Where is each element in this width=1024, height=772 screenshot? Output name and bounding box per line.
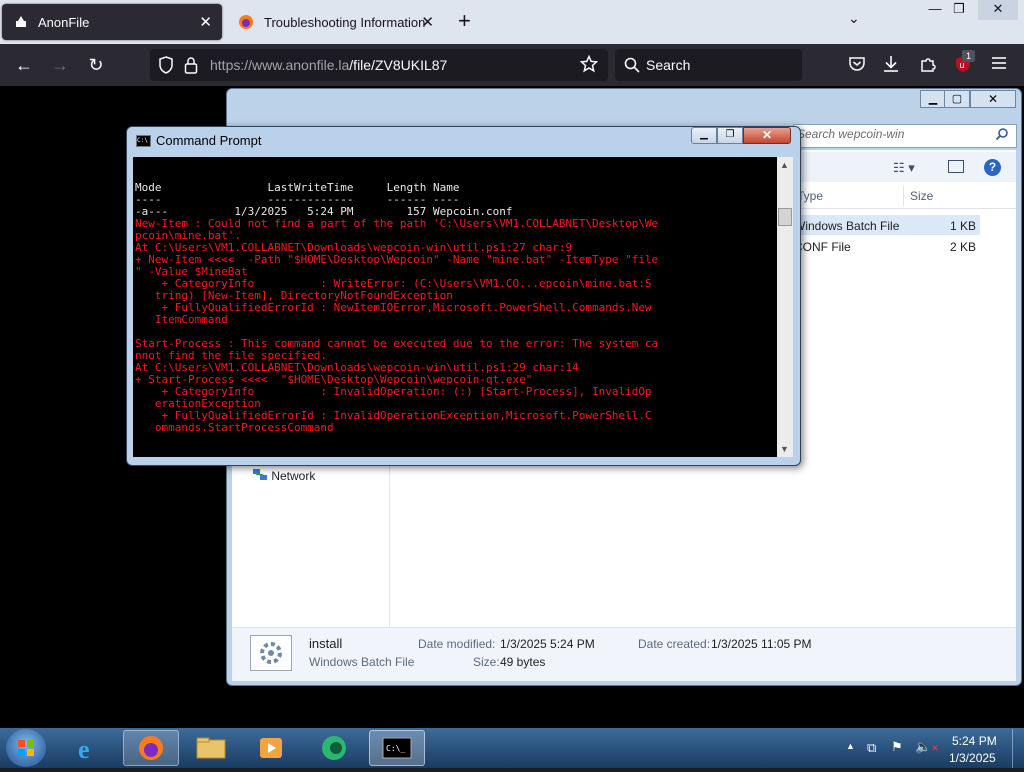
nav-item-network[interactable]: Network xyxy=(252,468,315,483)
tab-label: AnonFile xyxy=(38,14,90,30)
maximize-icon[interactable]: ❐ xyxy=(717,127,743,144)
network-icon xyxy=(253,469,267,480)
svg-text:C:\_: C:\_ xyxy=(386,744,405,753)
close-window-icon[interactable]: ✕ xyxy=(970,90,1016,108)
volume-muted-icon[interactable]: 🔈✕ xyxy=(915,739,939,755)
close-window-icon[interactable]: ✕ xyxy=(978,0,1018,20)
clock-date[interactable]: 1/3/2025 xyxy=(949,751,996,765)
firefox-icon xyxy=(139,736,163,760)
close-tab-icon[interactable]: ✕ xyxy=(199,13,212,31)
start-button[interactable] xyxy=(6,729,46,767)
anonfile-favicon xyxy=(16,16,26,27)
console-text: Mode LastWriteTime Length Name ---- ----… xyxy=(135,182,658,434)
search-icon[interactable] xyxy=(995,127,1009,141)
bookmark-star-icon[interactable] xyxy=(580,55,598,73)
green-app-icon xyxy=(322,736,346,760)
firefox-favicon xyxy=(239,15,253,29)
folder-icon xyxy=(196,737,226,759)
back-arrow-icon[interactable]: ← xyxy=(10,52,38,78)
minimize-icon[interactable]: ▁ xyxy=(920,90,946,108)
column-divider[interactable] xyxy=(903,186,904,206)
forward-arrow-icon[interactable]: → xyxy=(46,52,74,78)
media-player-icon xyxy=(260,738,282,758)
explorer-search-input[interactable]: Search wepcoin-win xyxy=(797,127,904,141)
search-bar[interactable] xyxy=(615,49,802,81)
downloads-icon[interactable] xyxy=(883,55,899,73)
file-type: CONF File xyxy=(794,240,851,254)
cmd-app-icon[interactable]: C:\ xyxy=(136,135,151,147)
taskbar-cmd[interactable]: C:\_ xyxy=(369,730,425,766)
file-size: 1 KB xyxy=(949,219,976,233)
action-center-flag-icon[interactable]: ⚑ xyxy=(891,739,903,755)
maximize-icon[interactable]: ▢ xyxy=(944,90,970,108)
lock-icon[interactable] xyxy=(184,56,198,74)
close-tab-icon[interactable]: ✕ xyxy=(421,13,434,31)
windows-logo-icon xyxy=(18,740,34,756)
help-icon[interactable]: ? xyxy=(984,159,1001,176)
shield-icon[interactable] xyxy=(158,56,174,74)
size-label: Size: xyxy=(473,655,500,669)
url-path: /file/ZV8UKIL87 xyxy=(349,57,448,73)
extensions-icon[interactable] xyxy=(919,55,937,73)
taskbar-app[interactable] xyxy=(306,730,362,766)
tab-anonfile[interactable]: AnonFile ✕ xyxy=(2,4,222,40)
app-menu-icon[interactable] xyxy=(991,56,1007,70)
taskbar-firefox[interactable] xyxy=(123,730,179,766)
minimize-icon[interactable]: ▁ xyxy=(691,127,717,144)
batch-file-icon xyxy=(250,635,292,671)
date-modified-label: Date modified: xyxy=(418,637,496,651)
url-host: https://www.anonfile.la xyxy=(210,57,350,73)
file-size: 2 KB xyxy=(949,240,976,254)
new-tab-button[interactable]: + xyxy=(458,8,471,34)
console-line: ommands.StartProcessCommand xyxy=(135,421,334,434)
list-all-tabs-icon[interactable]: ⌄ xyxy=(848,10,860,27)
date-created-label: Date created: xyxy=(638,637,711,651)
date-modified-value: 1/3/2025 5:24 PM xyxy=(500,637,595,651)
reload-icon[interactable]: ↻ xyxy=(82,52,110,78)
scrollbar-thumb[interactable] xyxy=(778,208,792,226)
tab-label: Troubleshooting Information xyxy=(264,14,426,30)
details-file-name: install xyxy=(309,636,343,651)
window-title: Command Prompt xyxy=(156,133,262,148)
url-text[interactable]: https://www.anonfile.la/file/ZV8UKIL87 xyxy=(210,57,447,73)
console-line: ItemCommand xyxy=(135,313,228,326)
network-tray-icon[interactable]: ⧉ xyxy=(867,740,876,756)
close-window-icon[interactable]: ✕ xyxy=(743,127,791,144)
view-options-icon[interactable]: ☷ ▾ xyxy=(893,160,915,176)
maximize-icon[interactable]: ❐ xyxy=(942,0,976,20)
size-value: 49 bytes xyxy=(500,655,546,669)
search-input[interactable]: Search xyxy=(646,57,690,73)
taskbar-ie[interactable]: e xyxy=(62,730,118,766)
file-row[interactable]: Windows Batch File 1 KB xyxy=(790,215,980,235)
file-row[interactable]: CONF File 2 KB xyxy=(790,236,980,256)
clock-time[interactable]: 5:24 PM xyxy=(952,734,997,748)
file-type: Windows Batch File xyxy=(794,219,900,233)
details-file-type: Windows Batch File xyxy=(309,655,415,669)
extension-badge: 1 xyxy=(962,50,975,62)
svg-text:e: e xyxy=(78,735,90,764)
pocket-icon[interactable] xyxy=(848,56,866,72)
scroll-up-arrow-icon[interactable]: ▲ xyxy=(780,160,789,170)
tab-troubleshooting[interactable]: Troubleshooting Information ✕ xyxy=(226,4,444,40)
show-hidden-icons-arrow[interactable]: ▲ xyxy=(846,741,855,751)
details-pane xyxy=(232,627,1016,681)
console-output[interactable]: Mode LastWriteTime Length Name ---- ----… xyxy=(133,157,778,457)
column-size[interactable]: Size xyxy=(910,189,933,203)
preview-pane-icon[interactable] xyxy=(948,160,964,173)
internet-explorer-icon: e xyxy=(78,735,90,764)
command-prompt-icon: C:\_ xyxy=(382,737,412,759)
nav-item-label: Network xyxy=(271,469,316,483)
scroll-down-arrow-icon[interactable]: ▼ xyxy=(780,444,789,454)
nav-pane-divider[interactable] xyxy=(389,465,390,627)
search-icon xyxy=(624,57,640,73)
date-created-value: 1/3/2025 11:05 PM xyxy=(711,637,812,651)
console-scrollbar[interactable] xyxy=(777,157,793,457)
show-desktop-button[interactable] xyxy=(1012,729,1024,768)
taskbar-media-player[interactable] xyxy=(244,730,300,766)
taskbar-explorer[interactable] xyxy=(183,730,239,766)
